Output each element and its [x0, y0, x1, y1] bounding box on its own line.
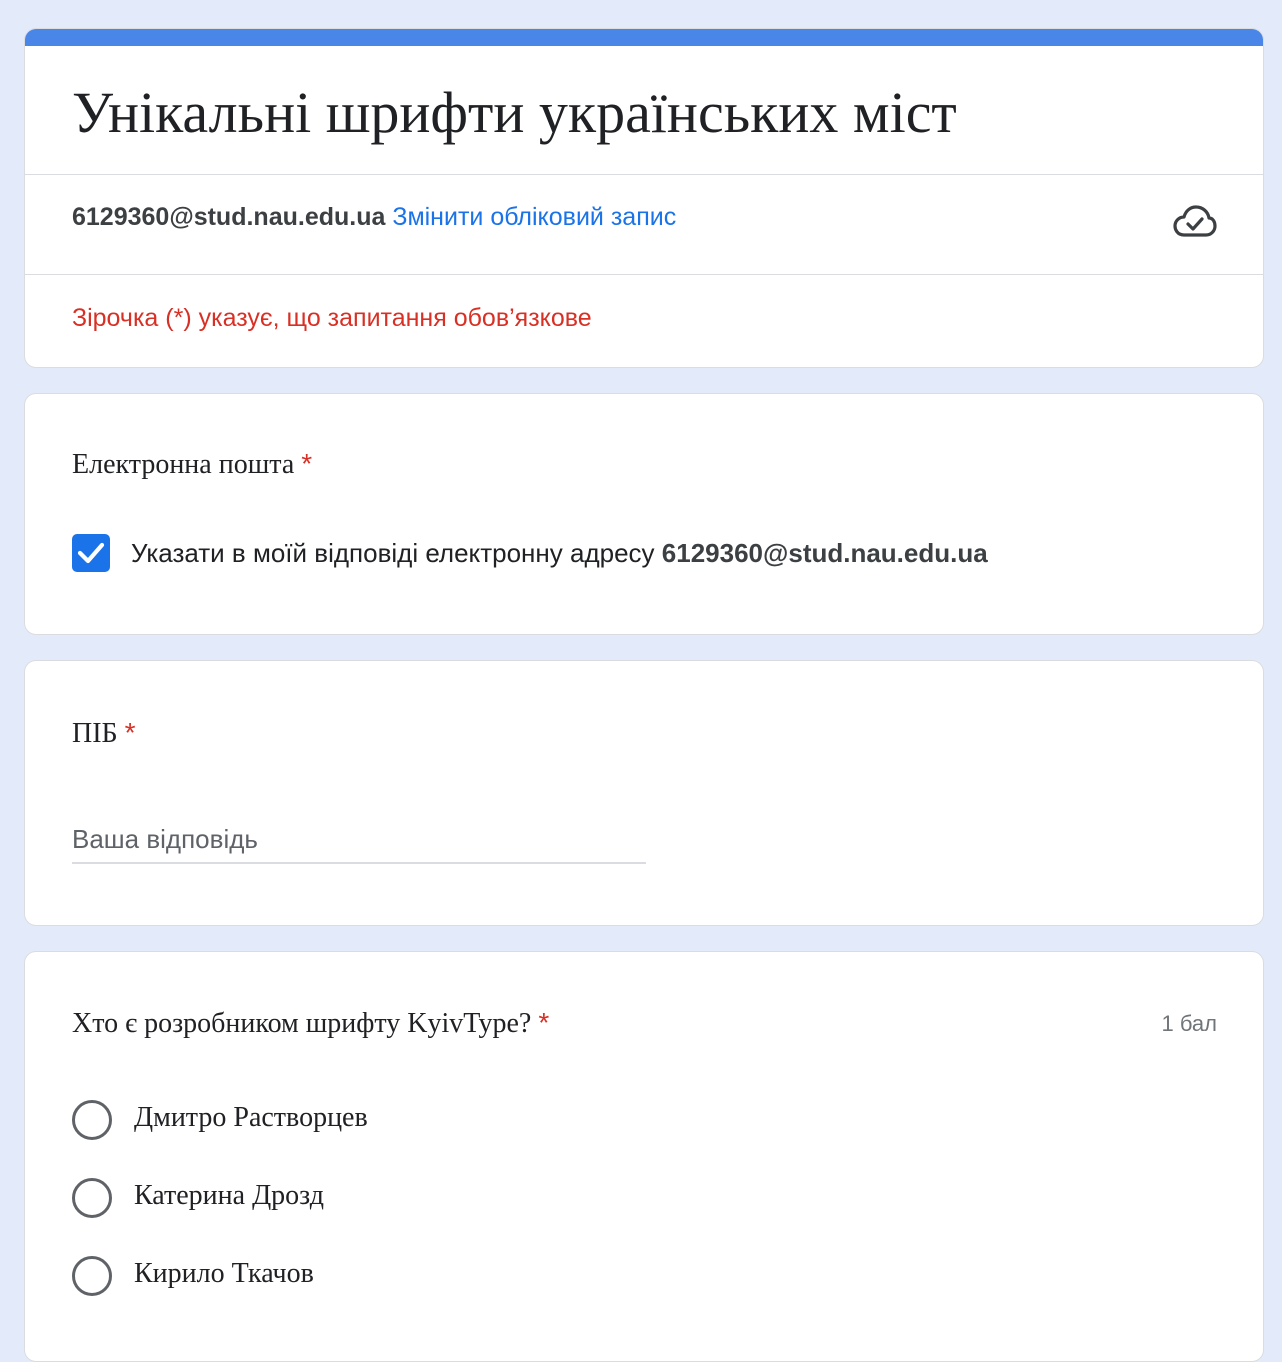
divider [25, 174, 1263, 175]
radio-option[interactable]: Катерина Дрозд [72, 1176, 672, 1220]
question-title: Електронна пошта * [72, 446, 312, 483]
required-asterisk: * [301, 448, 313, 479]
radio-button[interactable] [72, 1256, 112, 1296]
required-asterisk: * [538, 1007, 550, 1038]
question-title-text: Хто є розробником шрифту KyivType? [72, 1008, 532, 1039]
question-title-text: Електронна пошта [72, 449, 295, 480]
option-label: Катерина Дрозд [134, 1180, 324, 1211]
points-label: 1 бал [1161, 1011, 1217, 1036]
required-asterisk: * [124, 717, 136, 748]
form-header-card: Унікальні шрифти українських міст 612936… [24, 28, 1264, 368]
checkbox-email: 6129360@stud.nau.edu.ua [661, 538, 988, 568]
required-note: Зірочка (*) указує, що запитання обов’яз… [72, 304, 592, 332]
option-label: Кирило Ткачов [134, 1258, 314, 1289]
radio-button[interactable] [72, 1178, 112, 1218]
name-answer-input[interactable] [72, 816, 646, 864]
question-title-text: ПІБ [72, 718, 118, 749]
accent-bar [25, 29, 1263, 46]
radio-option[interactable]: Дмитро Растворцев [72, 1098, 672, 1142]
switch-account-link[interactable]: Змінити обліковий запис [392, 203, 676, 231]
checkbox-label: Указати в моїй відповіді електронну адре… [131, 536, 988, 570]
question-title: ПІБ * [72, 715, 136, 752]
radio-button[interactable] [72, 1100, 112, 1140]
name-question-card: ПІБ * [24, 660, 1264, 926]
checkbox-label-text: Указати в моїй відповіді електронну адре… [131, 538, 655, 568]
email-question-card: Електронна пошта * Указати в моїй відпов… [24, 393, 1264, 635]
radio-option[interactable]: Кирило Ткачов [72, 1254, 672, 1298]
account-row: 6129360@stud.nau.edu.ua Змінити облікови… [72, 201, 676, 233]
divider [25, 274, 1263, 275]
record-email-checkbox[interactable] [72, 534, 110, 572]
check-icon [77, 542, 105, 564]
cloud-saved-icon[interactable] [1173, 205, 1217, 239]
option-label: Дмитро Растворцев [134, 1102, 368, 1133]
form-title: Унікальні шрифти українських міст [72, 80, 957, 145]
account-email: 6129360@stud.nau.edu.ua [72, 203, 386, 231]
question-title: Хто є розробником шрифту KyivType? * [72, 1005, 549, 1042]
quiz-question-card: Хто є розробником шрифту KyivType? * 1 б… [24, 951, 1264, 1362]
